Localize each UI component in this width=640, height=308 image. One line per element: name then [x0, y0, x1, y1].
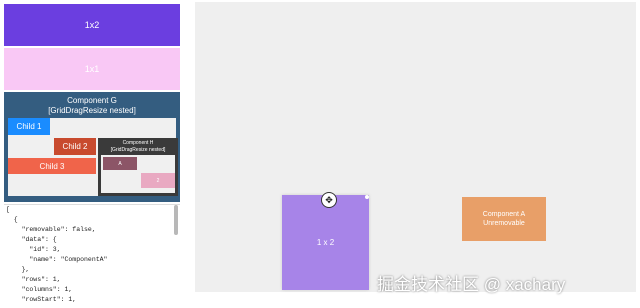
component-h-title: Component H [GridDragResize nested]: [98, 140, 178, 154]
component-g-title: Component G [GridDragResize nested]: [4, 96, 180, 116]
component-a-card[interactable]: Component A Unremovable: [462, 197, 546, 241]
component-g-title-line1: Component G: [67, 96, 117, 105]
palette-tile-label: 1x2: [84, 20, 100, 30]
palette-tile-1x2[interactable]: 1x2: [4, 4, 180, 46]
component-h-title-line1: Component H: [122, 140, 154, 146]
watermark: 掘金技术社区 @ xachary: [377, 275, 566, 294]
palette-tile-1x1[interactable]: 1x1: [4, 48, 180, 90]
component-h-title-line2: [GridDragResize nested]: [110, 147, 166, 153]
json-output: [ { "removable": false, "data": { "id": …: [6, 206, 108, 303]
child-2[interactable]: Child 2: [54, 138, 96, 155]
json-scrollbar[interactable]: [174, 205, 178, 235]
cell-2[interactable]: 2: [141, 173, 175, 188]
dragging-card-1x2[interactable]: 1 x 2: [282, 195, 369, 290]
component-h-grid: A 2: [101, 155, 175, 193]
resize-handle[interactable]: [365, 195, 369, 199]
component-g-title-line2: [GridDragResize nested]: [48, 106, 136, 115]
move-cursor-icon[interactable]: ✥: [321, 192, 337, 208]
card-label: 1 x 2: [316, 238, 335, 247]
child-1[interactable]: Child 1: [8, 118, 50, 135]
json-output-panel[interactable]: [ { "removable": false, "data": { "id": …: [4, 204, 180, 308]
child-3[interactable]: Child 3: [8, 158, 96, 174]
component-g-grid: Child 1 Child 2 Child 3 Component H [Gri…: [8, 118, 178, 196]
cell-a[interactable]: A: [103, 157, 137, 170]
component-g[interactable]: Component G [GridDragResize nested] Chil…: [4, 92, 180, 202]
card-a-subtitle: Unremovable: [483, 220, 525, 227]
component-h[interactable]: Component H [GridDragResize nested] A 2: [98, 138, 178, 196]
component-palette: 1x2 1x1 Component G [GridDragResize nest…: [4, 0, 180, 308]
palette-tile-label: 1x1: [84, 64, 100, 74]
card-a-title: Component A: [482, 211, 526, 218]
grid-canvas[interactable]: 1 x 2 ✥ Component A Unremovable: [195, 2, 636, 292]
